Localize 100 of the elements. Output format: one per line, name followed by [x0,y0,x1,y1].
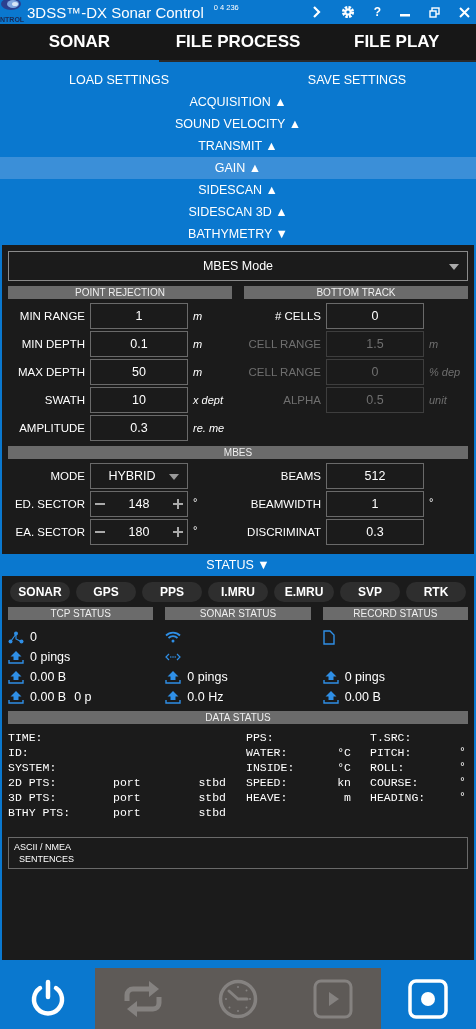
status-value: 0 p [74,690,92,704]
upload-icon [165,670,182,684]
input-field[interactable]: 0 [326,303,424,329]
data-value: port [113,776,142,789]
repeat-icon [122,978,163,1019]
data-label: PITCH: [370,746,412,759]
section-header[interactable]: ACQUISITION ▲ [0,91,476,113]
field-label: AMPLITUDE [18,422,85,434]
section-header[interactable]: STATUS ▼ [0,554,476,576]
data-value: stbd [198,776,226,789]
field-label: MAX DEPTH [16,366,85,378]
mode-dropdown[interactable]: MBES Mode [8,251,468,281]
plus-icon[interactable] [173,499,183,509]
status-value: 0.0 Hz [187,690,224,704]
data-unit: ° [459,760,466,773]
section-title: POINT REJECTION [8,286,232,299]
input-field[interactable]: 0.1 [90,331,188,357]
restore-icon[interactable] [429,6,440,18]
section-title: MBES [8,446,468,459]
input-field[interactable]: 0.3 [90,415,188,441]
data-label: COURSE: [370,776,419,789]
upload-icon [322,670,339,684]
input-field[interactable]: 512 [326,463,424,489]
unit-label: % dep [429,366,461,378]
nmea-label: SENTENCES [18,853,75,865]
data-value: stbd [198,806,226,819]
network-icon [8,630,24,644]
settings-icon[interactable] [340,5,355,19]
device-button[interactable]: PPS [142,582,202,602]
data-label: WATER: [246,746,288,759]
section-title: BOTTOM TRACK [244,286,468,299]
status-value: 0 pings [30,650,71,664]
field-label: SWATH [43,394,85,406]
status-value: 0.00 B [30,690,67,704]
window-title: 3DSS™-DX Sonar Control [27,3,204,21]
data-unit: m [344,791,351,804]
data-label: 2D PTS: [8,776,58,789]
record-icon [408,978,449,1019]
section-header[interactable]: BATHYMETRY ▼ [0,223,476,245]
settings-button[interactable]: LOAD SETTINGS [0,69,238,91]
status-value: 0 pings [344,670,385,684]
data-value: stbd [198,791,226,804]
stepper-field[interactable]: 148 [90,491,188,517]
field-label: BEAMWIDTH [249,498,321,510]
unit-label: m [193,310,203,322]
chevron-right-icon[interactable] [311,6,322,18]
data-label: SPEED: [246,776,288,789]
close-icon[interactable] [459,6,470,18]
plus-icon[interactable] [173,527,183,537]
section-header[interactable]: TRANSMIT ▲ [0,135,476,157]
data-label: HEADING: [370,791,426,804]
device-button[interactable]: SVP [340,582,400,602]
unit-label: m [193,366,203,378]
help-button[interactable]: ? [373,5,381,19]
section-title: DATA STATUS [8,711,468,724]
field-label: DISCRIMINAT [246,526,321,538]
upload-icon [8,690,24,704]
link-icon [165,653,182,661]
field-label: CELL RANGE [247,338,321,350]
input-field[interactable]: 1 [326,491,424,517]
data-unit: ° [459,790,466,803]
data-label: BTHY PTS: [8,806,72,819]
section-header[interactable]: SOUND VELOCITY ▲ [0,113,476,135]
device-button[interactable]: I.MRU [208,582,268,602]
data-label: ROLL: [370,761,405,774]
caret-icon [169,474,179,480]
unit-label: ° [193,524,198,536]
input-field[interactable]: 10 [90,387,188,413]
device-button[interactable]: SONAR [10,582,70,602]
upload-icon [165,690,182,704]
data-unit: °C [337,761,351,774]
data-label: ID: [8,746,30,759]
section-header[interactable]: SIDESCAN ▲ [0,179,476,201]
status-value: 0 pings [187,670,228,684]
device-button[interactable]: E.MRU [274,582,334,602]
input-field[interactable]: 50 [90,359,188,385]
data-value: port [113,806,142,819]
field-label: EA. SECTOR [14,526,85,538]
field-label: CELL RANGE [247,366,321,378]
settings-button[interactable]: SAVE SETTINGS [238,69,476,91]
input-field[interactable]: 0.3 [326,519,424,545]
device-button[interactable]: RTK [406,582,466,602]
unit-label: unit [429,394,447,406]
data-label: T.SRC: [370,731,412,744]
upload-icon [322,690,339,704]
data-unit: ° [459,745,466,758]
data-label: HEAVE: [246,791,288,804]
input-field[interactable]: 1 [90,303,188,329]
device-button[interactable]: GPS [76,582,136,602]
upload-icon [8,650,24,664]
data-label: INSIDE: [246,761,295,774]
data-label: SYSTEM: [8,761,58,774]
mode-select[interactable]: HYBRID [90,463,188,489]
unit-label: m [193,338,203,350]
stepper-field[interactable]: 180 [90,519,188,545]
nmea-label: ASCII / NMEA [14,841,72,853]
wifi-icon [165,631,182,643]
section-header[interactable]: SIDESCAN 3D ▲ [0,201,476,223]
upload-icon [8,670,24,684]
play-icon [313,978,354,1019]
